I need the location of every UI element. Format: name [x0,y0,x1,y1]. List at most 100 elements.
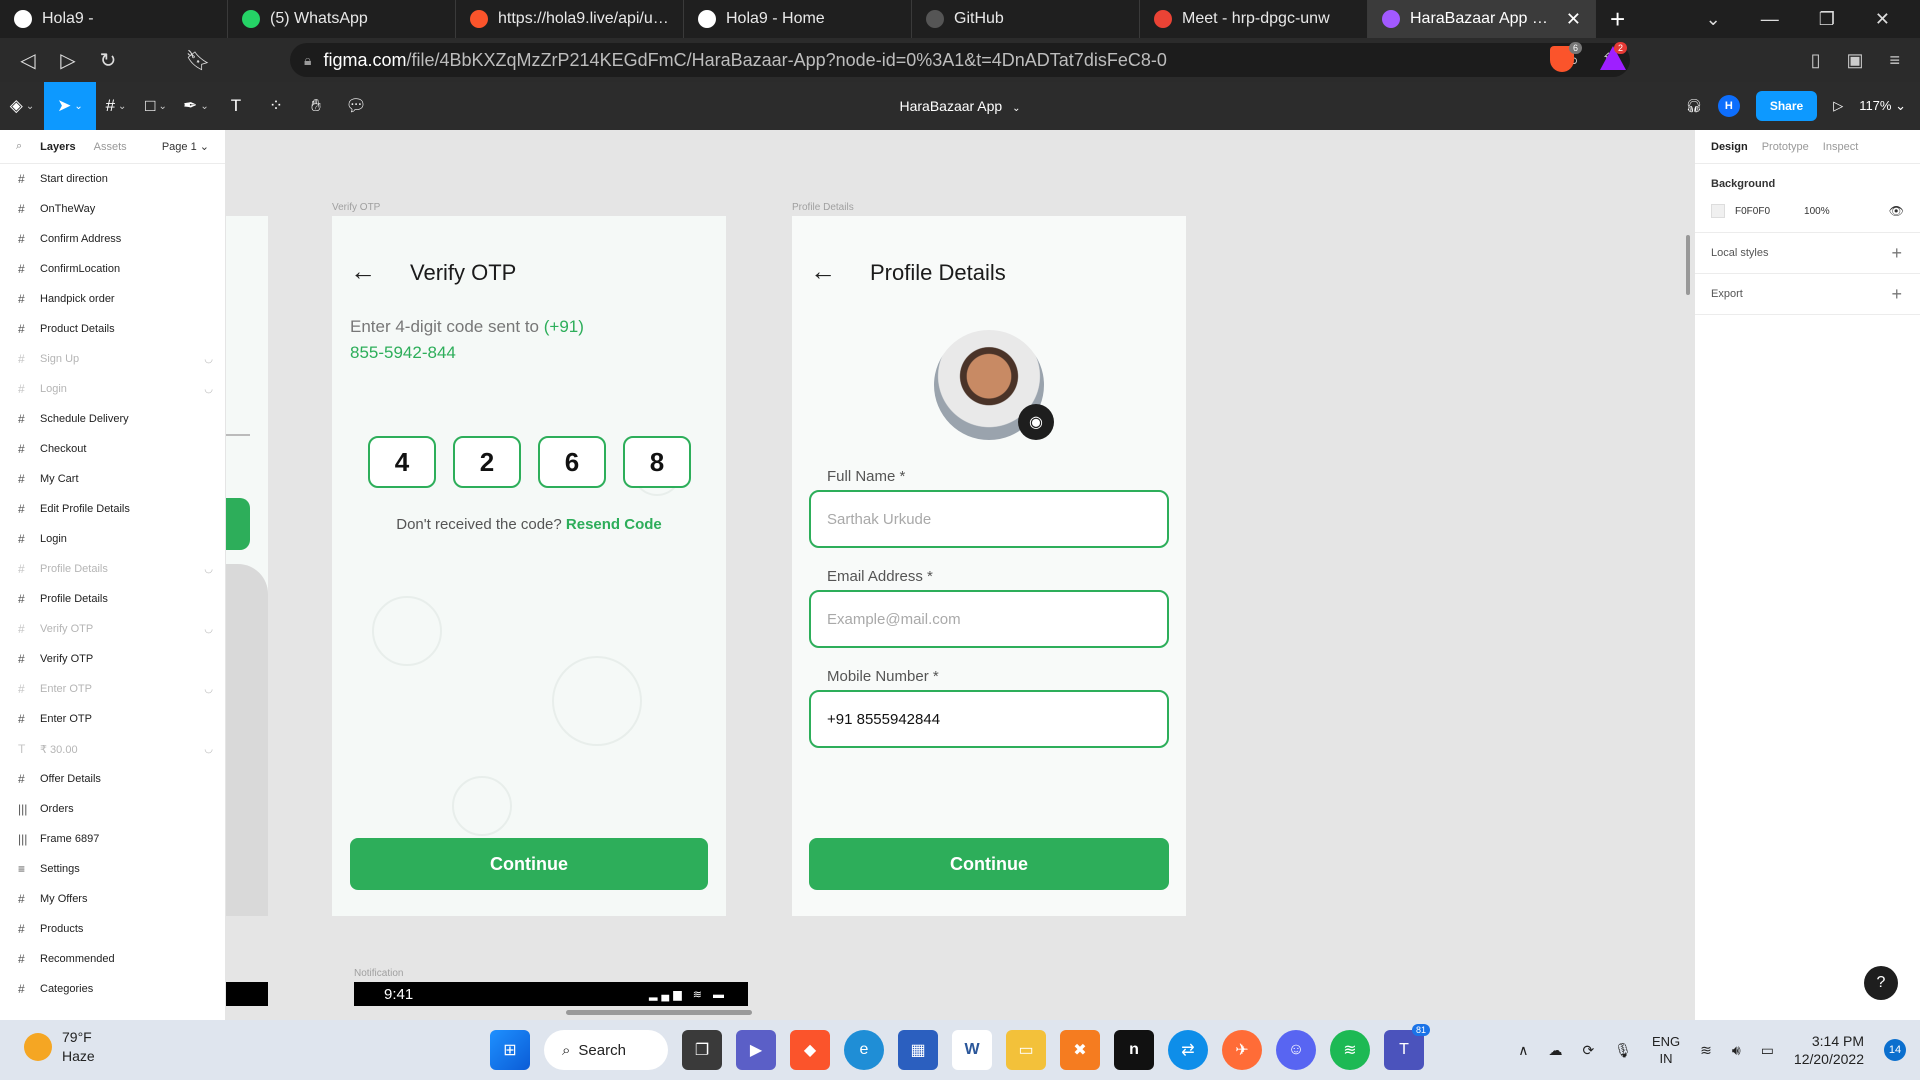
tab-assets[interactable]: Assets [94,141,127,153]
layer-item[interactable]: # Offer Details [0,764,225,794]
browser-tab[interactable]: (5) WhatsApp [228,0,456,38]
microphone-icon[interactable]: 🎙︎ [1614,1042,1632,1059]
frame-label-verify[interactable]: Verify OTP [332,202,380,213]
volume-icon[interactable]: 🔊︎ [1732,1042,1741,1059]
background-row[interactable]: F0F0F0 100% 👁︎ [1711,204,1904,218]
layer-item[interactable]: # Verify OTP [0,644,225,674]
browser-tab[interactable]: https://hola9.live/api/user/l [456,0,684,38]
canvas-scrollbar-h[interactable] [566,1010,752,1015]
pen-tool-icon[interactable]: ✒ ⌄ [176,82,216,130]
frame-tool-icon[interactable]: # ⌄ [96,82,136,130]
layer-item[interactable]: # Profile Details [0,584,225,614]
frame-label-notification[interactable]: Notification [354,968,403,979]
back-arrow-icon[interactable]: ← [350,256,376,287]
hidden-eye-icon[interactable]: ◡ [204,684,213,695]
browser-tab[interactable]: Hola9 - [0,0,228,38]
brave-rewards-icon[interactable]: 2 [1600,42,1627,70]
hidden-eye-icon[interactable]: ◡ [204,744,213,755]
hand-tool-icon[interactable]: ✋︎ [296,82,336,130]
profile-details-frame[interactable]: ← Profile Details ◉ Full Name * Email Ad… [792,216,1186,916]
layer-item[interactable]: # Products [0,914,225,944]
hidden-eye-icon[interactable]: ◡ [204,354,213,365]
layer-item[interactable]: # Categories [0,974,225,1004]
layer-item[interactable]: # Checkout [0,434,225,464]
add-export-icon[interactable]: + [1891,284,1902,305]
wifi-icon[interactable]: ≋ [1700,1042,1712,1059]
comment-tool-icon[interactable]: 💬︎ [336,82,376,130]
layer-search-icon[interactable]: ⌕ [16,140,22,153]
postman-icon[interactable]: ✈ [1222,1030,1262,1070]
teams-chat-icon[interactable]: ▶ [736,1030,776,1070]
layer-item[interactable]: T ₹ 30.00 ◡ [0,734,225,764]
notification-count[interactable]: 14 [1884,1039,1906,1061]
task-view-icon[interactable]: ❐ [682,1030,722,1070]
tab-design[interactable]: Design [1711,141,1748,153]
forward-icon[interactable]: ▷ [48,48,88,73]
layer-item[interactable]: ||| Frame 6897 [0,824,225,854]
brave-browser-icon[interactable]: ◆ [790,1030,830,1070]
layer-item[interactable]: ||| Orders [0,794,225,824]
camera-icon[interactable]: ◉ [1018,404,1054,440]
layer-item[interactable]: # Start direction [0,164,225,194]
discord-icon[interactable]: ☺ [1276,1030,1316,1070]
close-window-button[interactable]: ✕ [1875,9,1890,30]
mobile-field[interactable] [809,690,1169,748]
eye-icon[interactable]: 👁︎ [1889,204,1904,218]
notion-icon[interactable]: n [1114,1030,1154,1070]
add-style-icon[interactable]: + [1891,243,1902,264]
layer-item[interactable]: # Product Details [0,314,225,344]
word-icon[interactable]: W [952,1030,992,1070]
otp-digit-2[interactable]: 2 [453,436,521,488]
layer-item[interactable]: # Edit Profile Details [0,494,225,524]
email-field[interactable] [809,590,1169,648]
verify-otp-frame[interactable]: ← Verify OTP Enter 4-digit code sent to … [332,216,726,916]
weather-widget[interactable]: 79°F Haze [24,1028,95,1066]
full-name-field[interactable] [809,490,1169,548]
layer-item[interactable]: # Login ◡ [0,374,225,404]
color-swatch[interactable] [1711,204,1725,218]
bg-hex[interactable]: F0F0F0 [1735,206,1770,217]
zoom-level[interactable]: 117% ⌄ [1859,98,1906,114]
menu-icon[interactable]: ≡ [1889,50,1900,71]
present-icon[interactable]: ▷ [1833,98,1843,114]
layer-item[interactable]: # Handpick order [0,284,225,314]
otp-digit-4[interactable]: 8 [623,436,691,488]
verify-continue-button[interactable]: Continue [350,838,708,890]
minimize-button[interactable]: — [1761,9,1779,30]
onedrive-icon[interactable]: ☁ [1548,1042,1562,1059]
sync-icon[interactable]: ⟳ [1582,1042,1594,1059]
otp-digit-1[interactable]: 4 [368,436,436,488]
back-arrow-icon[interactable]: ← [810,256,836,287]
back-icon[interactable]: ◁ [8,48,48,73]
teamviewer-icon[interactable]: ⇄ [1168,1030,1208,1070]
hidden-eye-icon[interactable]: ◡ [204,564,213,575]
close-tab-icon[interactable]: ✕ [1566,9,1581,30]
layer-item[interactable]: # Profile Details ◡ [0,554,225,584]
page-selector[interactable]: Page 1 ⌄ [162,140,209,153]
resend-code-link[interactable]: Resend Code [566,516,662,533]
layer-item[interactable]: # Recommended [0,944,225,974]
share-button[interactable]: Share [1755,91,1818,121]
browser-tab[interactable]: Meet - hrp-dpgc-unw [1140,0,1368,38]
hidden-eye-icon[interactable]: ◡ [204,624,213,635]
otp-digit-3[interactable]: 6 [538,436,606,488]
url-field[interactable]: 🔒︎ figma.com/file/4BbKXZqMzZrP214KEGdFmC… [290,43,1630,77]
frame-label-profile[interactable]: Profile Details [792,202,854,213]
layer-item[interactable]: # Login [0,524,225,554]
browser-tab[interactable]: GitHub [912,0,1140,38]
battery-icon[interactable]: ▭ [1761,1042,1774,1059]
chevron-down-icon[interactable]: ⌄ [1012,103,1020,114]
tab-layers[interactable]: Layers [40,141,75,153]
move-tool-icon[interactable]: ➤ ⌄ [44,82,96,130]
tab-search-chevron-icon[interactable]: ⌄ [1706,9,1721,30]
layer-item[interactable]: # ConfirmLocation [0,254,225,284]
layer-item[interactable]: # My Cart [0,464,225,494]
browser-tab[interactable]: Hola9 - Home [684,0,912,38]
figma-menu-icon[interactable]: ◈ ⌄ [0,82,44,130]
help-button[interactable]: ? [1864,966,1898,1000]
tab-prototype[interactable]: Prototype [1762,141,1809,153]
layer-item[interactable]: ≡ Settings [0,854,225,884]
file-explorer-icon[interactable]: ▭ [1006,1030,1046,1070]
canvas-scrollbar-v[interactable] [1686,235,1690,295]
headphones-icon[interactable]: 🎧︎ [1685,98,1702,114]
